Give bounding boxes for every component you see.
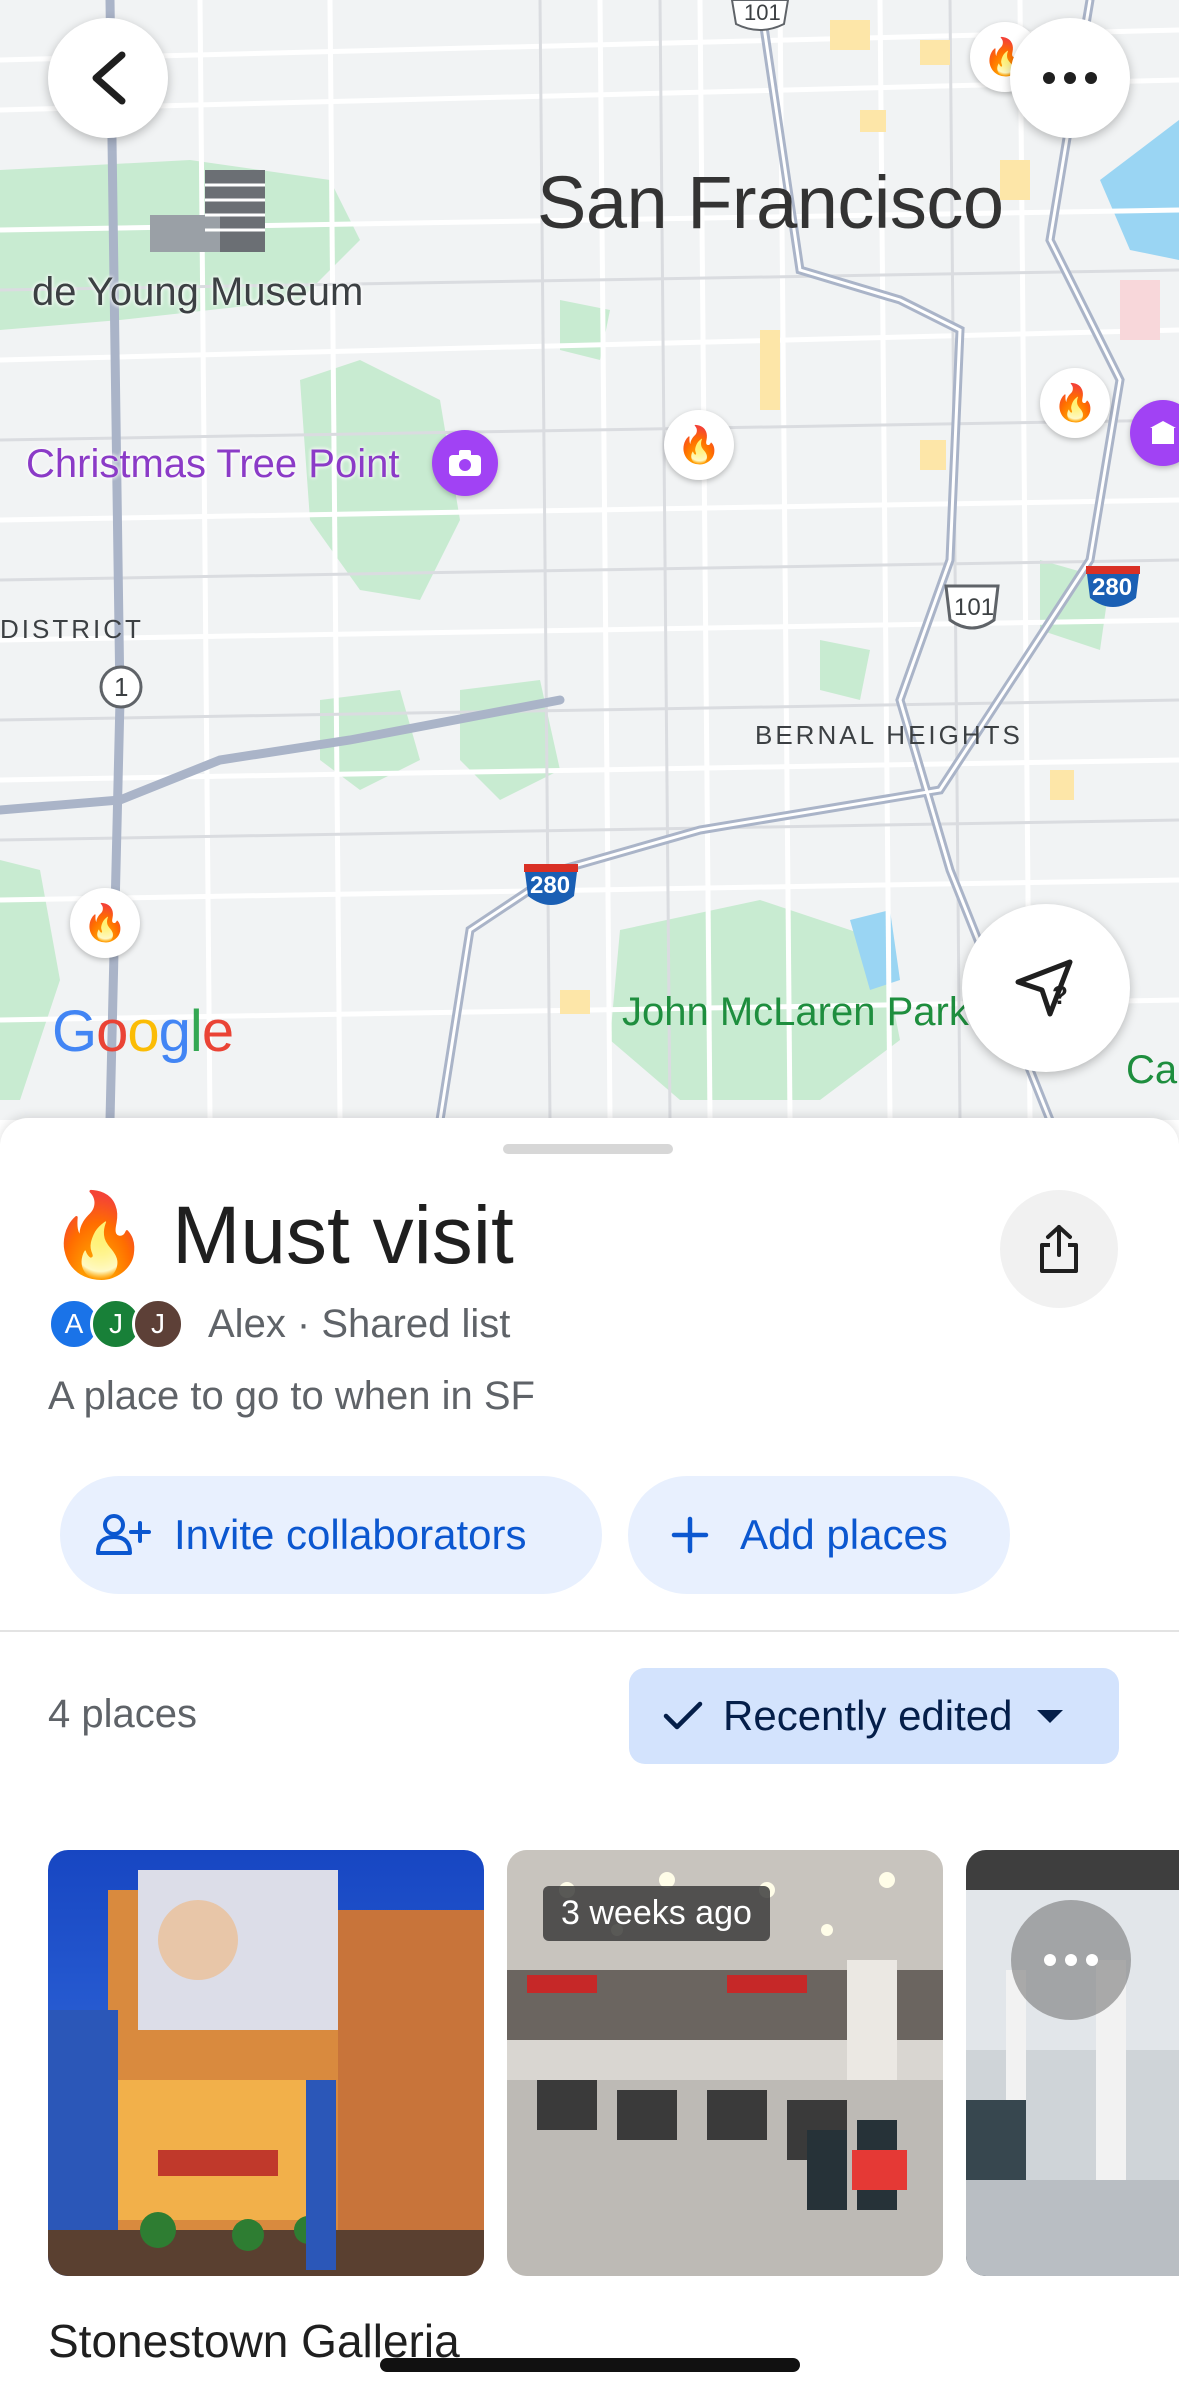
list-emoji: 🔥 <box>48 1190 151 1281</box>
interstate-280-label: 280 <box>1092 574 1133 601</box>
google-logo-letter: G <box>52 999 97 1064</box>
section-divider <box>0 1630 1179 1632</box>
list-description: A place to go to when in SF <box>48 1374 535 1418</box>
photo-more-button[interactable] <box>1011 1900 1131 2020</box>
route-1-label: 1 <box>114 672 129 702</box>
time-badge: 3 weeks ago <box>543 1886 770 1941</box>
invite-label: Invite collaborators <box>174 1511 527 1558</box>
fire-pin-icon[interactable]: 🔥 <box>664 410 734 480</box>
sort-label: Recently edited <box>723 1692 1013 1739</box>
google-logo-letter: g <box>158 999 191 1064</box>
svg-text:?: ? <box>1052 980 1068 1010</box>
owner-row[interactable]: A J J Alex · Shared list <box>48 1298 510 1350</box>
park-label[interactable]: John McLaren Park <box>622 990 969 1035</box>
add-places-button[interactable]: Add places <box>628 1476 1010 1594</box>
add-person-icon <box>96 1514 151 1555</box>
route-101-label: 101 <box>954 594 995 621</box>
mall-exterior-image <box>48 1850 484 2276</box>
navigation-question-icon: ? <box>1015 959 1073 1017</box>
avatar: J <box>132 1298 184 1350</box>
place-photo[interactable] <box>966 1850 1179 2276</box>
map-view[interactable]: San Francisco de Young Museum Christmas … <box>0 0 1179 1120</box>
fire-pin-icon[interactable]: 🔥 <box>1040 368 1110 438</box>
list-title-row: 🔥 Must visit <box>48 1188 514 1284</box>
camera-poi-icon[interactable] <box>432 430 498 496</box>
home-indicator[interactable] <box>380 2358 800 2372</box>
fire-pin-icon[interactable]: 🔥 <box>70 888 140 958</box>
route-101-label: 101 <box>744 0 781 25</box>
share-icon <box>1040 1225 1078 1273</box>
invite-collaborators-button[interactable]: Invite collaborators <box>60 1476 602 1594</box>
navigation-button[interactable]: ? <box>962 904 1130 1072</box>
district-label: DISTRICT <box>0 614 144 644</box>
poi-label[interactable]: Christmas Tree Point <box>26 442 399 487</box>
check-icon <box>663 1701 703 1730</box>
interstate-280-label: 280 <box>530 872 571 899</box>
museum-label[interactable]: de Young Museum <box>32 270 363 315</box>
more-horizontal-icon <box>1043 72 1097 84</box>
sheet-drag-handle[interactable] <box>503 1144 673 1154</box>
place-photo[interactable] <box>48 1850 484 2276</box>
google-logo: Google <box>52 998 234 1065</box>
google-logo-letter: o <box>127 999 159 1064</box>
list-bottom-sheet: 🔥 Must visit A J J Alex · Shared list A … <box>0 1118 1179 2396</box>
add-places-label: Add places <box>740 1511 948 1558</box>
sort-dropdown[interactable]: Recently edited <box>629 1668 1119 1764</box>
more-horizontal-icon <box>1044 1954 1098 1966</box>
list-title: Must visit <box>172 1190 514 1281</box>
back-button[interactable] <box>48 18 168 138</box>
share-button[interactable] <box>1000 1190 1118 1308</box>
city-label[interactable]: San Francisco <box>537 160 1004 245</box>
google-logo-letter: l <box>189 999 203 1064</box>
more-options-button[interactable] <box>1010 18 1130 138</box>
place-photo[interactable]: 3 weeks ago <box>507 1850 943 2276</box>
chevron-left-icon <box>92 51 126 105</box>
places-count: 4 places <box>48 1692 197 1736</box>
neighborhood-label: BERNAL HEIGHTS <box>755 720 1023 750</box>
dropdown-arrow-icon <box>1036 1710 1063 1723</box>
google-logo-letter: e <box>201 999 234 1064</box>
plus-icon <box>671 1516 709 1554</box>
edge-place-label: Ca <box>1126 1048 1178 1092</box>
owner-text: Alex · Shared list <box>208 1301 511 1346</box>
google-logo-letter: o <box>96 999 128 1064</box>
